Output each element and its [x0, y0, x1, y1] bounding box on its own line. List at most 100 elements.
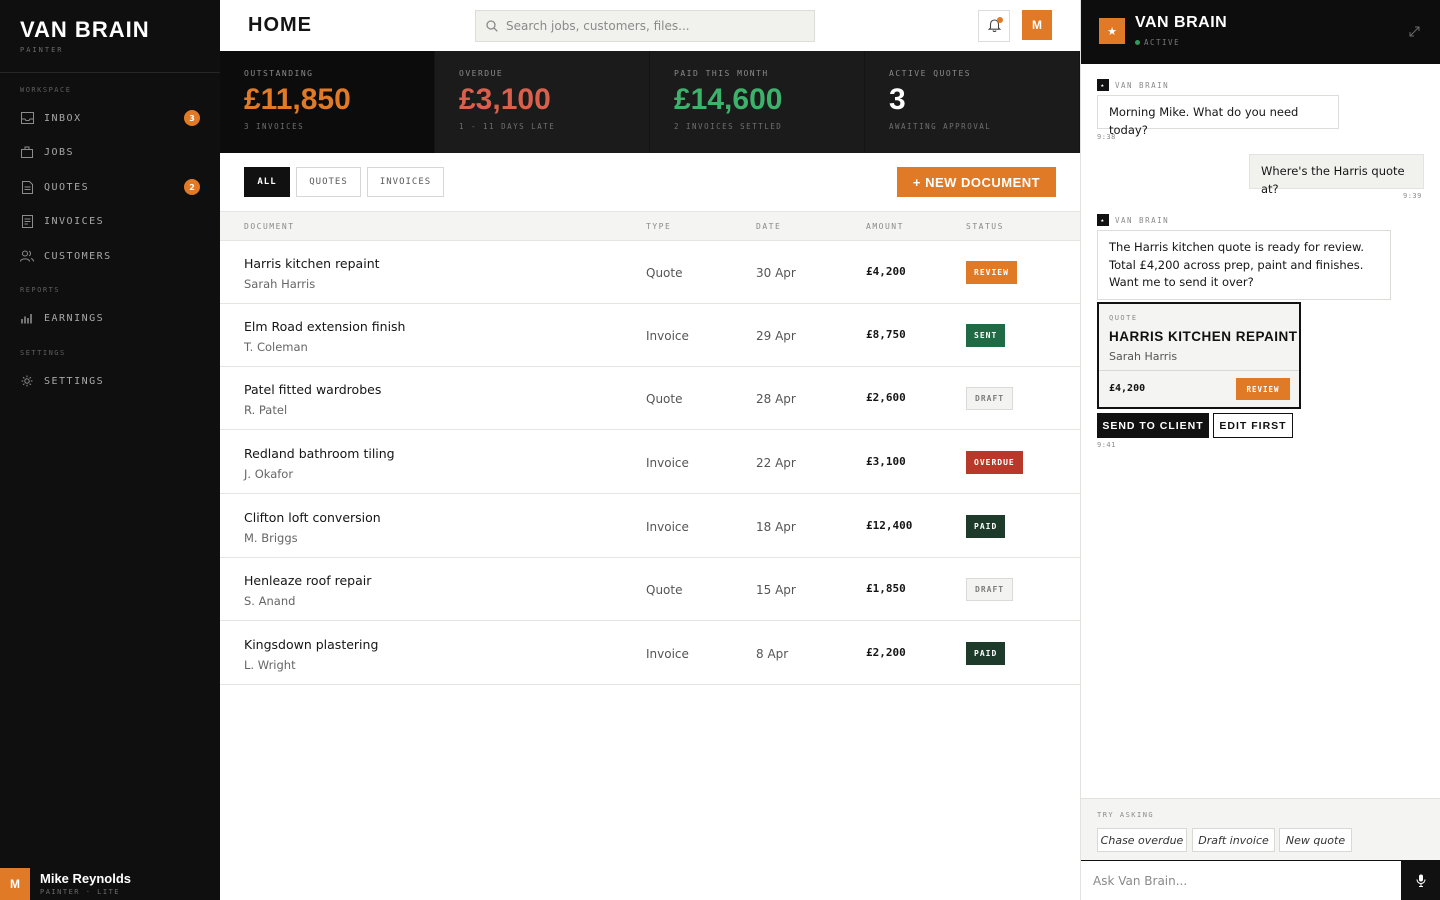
quote-card[interactable]: QUOTE HARRIS KITCHEN REPAINT Sarah Harri… — [1097, 302, 1301, 409]
sidebar-item-invoices[interactable]: INVOICES — [0, 206, 220, 236]
document-amount: £1,850 — [866, 582, 906, 595]
expand-button[interactable] — [1407, 24, 1421, 38]
stats-bar: OUTSTANDING £11,850 3 INVOICES OVERDUE £… — [220, 51, 1080, 153]
status-badge: REVIEW — [1236, 378, 1290, 400]
table-row[interactable]: Kingsdown plastering L. Wright Invoice 8… — [220, 622, 1080, 685]
stat-value: £3,100 — [459, 83, 551, 116]
document-amount: £2,600 — [866, 391, 906, 404]
document-type: Invoice — [646, 647, 689, 661]
message-time: 9:38 — [1097, 133, 1116, 141]
message-time: 9:41 — [1097, 441, 1116, 449]
user-role: PAINTER · LITE — [40, 888, 121, 896]
new-document-button[interactable]: + NEW DOCUMENT — [897, 167, 1056, 197]
stat-label: OUTSTANDING — [244, 69, 314, 78]
sidebar-item-label: JOBS — [44, 146, 75, 158]
table-row[interactable]: Elm Road extension finish T. Coleman Inv… — [220, 304, 1080, 367]
status-badge: REVIEW — [966, 261, 1017, 284]
stat-outstanding[interactable]: OUTSTANDING £11,850 3 INVOICES — [220, 51, 435, 153]
suggestions: TRY ASKING Chase overdue Draft invoice N… — [1081, 798, 1440, 860]
quote-card-label: QUOTE — [1109, 314, 1138, 322]
gear-icon — [20, 374, 34, 388]
briefcase-icon — [20, 145, 34, 159]
document-client: S. Anand — [244, 594, 296, 608]
document-title: Henleaze roof repair — [244, 573, 372, 588]
sidebar-item-inbox[interactable]: INBOX 3 — [0, 103, 220, 133]
filter-all[interactable]: ALL — [244, 167, 290, 197]
message-author: ★ VAN BRAIN — [1097, 214, 1169, 226]
status-badge: DRAFT — [966, 387, 1014, 410]
document-amount: £8,750 — [866, 328, 906, 341]
stat-active-quotes[interactable]: ACTIVE QUOTES 3 AWAITING APPROVAL — [865, 51, 1080, 153]
stat-paid-this-month[interactable]: PAID THIS MONTH £14,600 2 INVOICES SETTL… — [650, 51, 865, 153]
document-amount: £12,400 — [866, 519, 913, 532]
stat-value: 3 — [889, 83, 906, 116]
notifications-button[interactable] — [978, 10, 1010, 42]
nav-section-workspace: WORKSPACE — [20, 86, 72, 94]
user-message: Where's the Harris quote at? — [1249, 154, 1424, 196]
column-header-date[interactable]: DATE — [756, 222, 781, 231]
divider — [0, 72, 220, 73]
filter-quotes[interactable]: QUOTES — [296, 167, 361, 197]
suggestion-chip[interactable]: Chase overdue — [1097, 828, 1187, 852]
document-type: Invoice — [646, 329, 689, 343]
inbox-count-badge: 3 — [184, 110, 200, 126]
stat-overdue[interactable]: OVERDUE £3,100 1 - 11 DAYS LATE — [435, 51, 650, 153]
assistant-panel: ★ VAN BRAIN ACTIVE ★ VAN BRAIN Morning M… — [1080, 0, 1440, 900]
brand-subtitle: PAINTER — [20, 46, 64, 54]
profile-avatar-button[interactable]: M — [1022, 10, 1052, 40]
suggestion-chip[interactable]: Draft invoice — [1192, 828, 1275, 852]
users-icon — [20, 249, 34, 263]
search-box[interactable] — [475, 10, 815, 42]
user-profile[interactable]: M Mike Reynolds PAINTER · LITE — [0, 868, 220, 900]
send-to-client-button[interactable]: SEND TO CLIENT — [1097, 413, 1209, 438]
sidebar-item-label: QUOTES — [44, 181, 90, 193]
stat-sub: AWAITING APPROVAL — [889, 122, 992, 131]
table-row[interactable]: Redland bathroom tiling J. Okafor Invoic… — [220, 431, 1080, 494]
document-date: 8 Apr — [756, 647, 789, 661]
suggestion-chip[interactable]: New quote — [1279, 828, 1352, 852]
sidebar-item-label: CUSTOMERS — [44, 250, 112, 262]
search-input[interactable] — [506, 19, 806, 33]
document-client: Sarah Harris — [244, 277, 316, 291]
chat-input[interactable] — [1093, 872, 1393, 890]
chat-input-bar — [1081, 860, 1440, 900]
sidebar-item-jobs[interactable]: JOBS — [0, 137, 220, 167]
stat-label: OVERDUE — [459, 69, 504, 78]
document-title: Kingsdown plastering — [244, 637, 379, 652]
table-row[interactable]: Patel fitted wardrobes R. Patel Quote 28… — [220, 367, 1080, 430]
stat-sub: 2 INVOICES SETTLED — [674, 122, 783, 131]
assistant-status: ACTIVE — [1135, 38, 1180, 47]
column-header-type[interactable]: TYPE — [646, 222, 671, 231]
document-date: 22 Apr — [756, 456, 796, 470]
document-title: Redland bathroom tiling — [244, 446, 395, 461]
column-header-status[interactable]: STATUS — [966, 222, 1004, 231]
sidebar-item-earnings[interactable]: EARNINGS — [0, 303, 220, 333]
avatar: M — [0, 868, 30, 900]
top-header: HOME M — [220, 0, 1080, 51]
edit-first-button[interactable]: EDIT FIRST — [1213, 413, 1293, 438]
table-row[interactable]: Harris kitchen repaint Sarah Harris Quot… — [220, 241, 1080, 304]
sidebar-item-settings[interactable]: SETTINGS — [0, 366, 220, 396]
table-row[interactable]: Henleaze roof repair S. Anand Quote 15 A… — [220, 558, 1080, 621]
column-header-document[interactable]: DOCUMENT — [244, 222, 295, 231]
inbox-icon — [20, 111, 34, 125]
star-icon: ★ — [1099, 18, 1125, 44]
voice-input-button[interactable] — [1401, 861, 1440, 900]
quote-card-client: Sarah Harris — [1109, 350, 1178, 363]
sidebar-item-label: SETTINGS — [44, 375, 105, 387]
document-client: M. Briggs — [244, 531, 298, 545]
column-header-amount[interactable]: AMOUNT — [866, 222, 904, 231]
document-title: Clifton loft conversion — [244, 510, 381, 525]
status-badge: DRAFT — [966, 578, 1014, 601]
document-title: Elm Road extension finish — [244, 319, 406, 334]
star-icon: ★ — [1097, 79, 1109, 91]
status-badge: OVERDUE — [966, 451, 1023, 474]
message-author: ★ VAN BRAIN — [1097, 79, 1169, 91]
filter-invoices[interactable]: INVOICES — [367, 167, 444, 197]
sidebar-item-customers[interactable]: CUSTOMERS — [0, 241, 220, 271]
sidebar-item-quotes[interactable]: QUOTES 2 — [0, 172, 220, 202]
message-time: 9:39 — [1403, 192, 1422, 200]
status-badge: SENT — [966, 324, 1006, 347]
table-row[interactable]: Clifton loft conversion M. Briggs Invoic… — [220, 495, 1080, 558]
table-header: DOCUMENT TYPE DATE AMOUNT STATUS — [220, 211, 1080, 241]
